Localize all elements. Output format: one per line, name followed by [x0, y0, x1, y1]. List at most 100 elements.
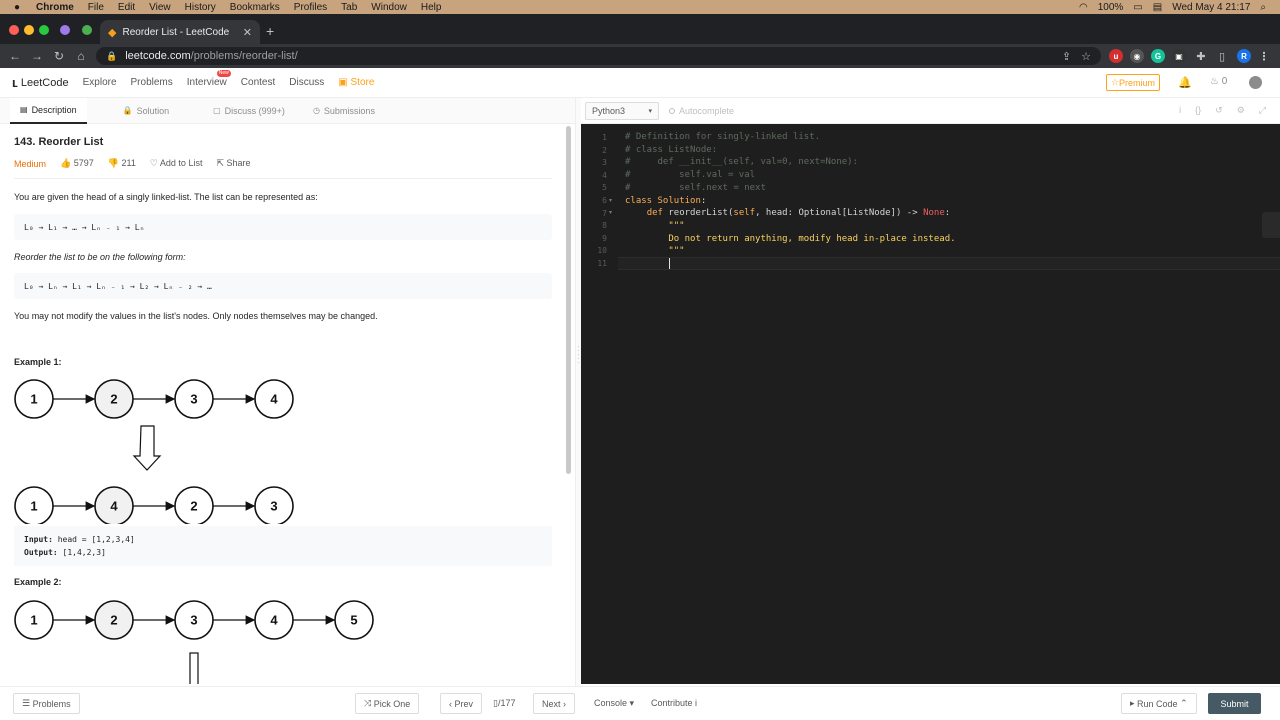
clock[interactable]: Wed May 4 21:17: [1172, 2, 1250, 13]
tab-submissions[interactable]: ◷ Submissions: [303, 98, 385, 124]
tab-discuss[interactable]: ▢ Discuss (999+): [203, 98, 295, 124]
editor-header: Python3 ▾ Autocomplete i {} ↺ ⚙ ⤢: [581, 98, 1280, 124]
leetcode-logo[interactable]: ʟ LeetCode: [12, 75, 69, 90]
problems-button[interactable]: ☰ Problems: [13, 693, 80, 714]
zoom-window-button[interactable]: [39, 25, 49, 35]
active-tab[interactable]: ◆ Reorder List - LeetCode ✕: [100, 20, 260, 44]
tab-solution[interactable]: 🔒 Solution: [113, 98, 180, 124]
autocomplete-toggle[interactable]: Autocomplete: [669, 106, 734, 116]
close-tab-icon[interactable]: ✕: [243, 26, 252, 39]
apple-icon[interactable]: ●: [14, 2, 26, 13]
info-icon: i: [692, 698, 698, 708]
run-code-button[interactable]: ▸ Run Code ⌃: [1121, 693, 1197, 714]
chevron-down-icon: ▾: [627, 698, 635, 708]
language-value: Python3: [592, 105, 626, 116]
share-button[interactable]: ⇱ Share: [216, 158, 250, 169]
menu-help[interactable]: Help: [421, 2, 442, 13]
next-button[interactable]: Next ›: [533, 693, 576, 714]
info-icon[interactable]: i: [1179, 105, 1181, 116]
line-number: 4: [602, 170, 607, 180]
more-menu-icon[interactable]: ⋮: [1257, 49, 1271, 63]
share-label: Share: [226, 158, 251, 168]
fold-icon[interactable]: ▾: [609, 197, 612, 204]
menu-tab[interactable]: Tab: [341, 2, 357, 13]
divider: [14, 178, 552, 179]
extension-ublock-icon[interactable]: u: [1109, 49, 1123, 63]
nav-store[interactable]: ▣ Store: [338, 77, 374, 88]
menu-edit[interactable]: Edit: [118, 2, 135, 13]
minimize-window-button[interactable]: [24, 25, 34, 35]
input-label: Input:: [24, 535, 53, 544]
braces-icon[interactable]: {}: [1195, 105, 1201, 116]
new-badge: New: [216, 70, 231, 77]
battery-percent[interactable]: 100%: [1098, 2, 1124, 13]
language-select[interactable]: Python3 ▾: [585, 101, 659, 120]
menu-view[interactable]: View: [149, 2, 171, 13]
list-icon: ☰: [22, 698, 33, 708]
bell-icon[interactable]: 🔔: [1178, 76, 1192, 89]
line-number: 2: [602, 145, 607, 155]
example-1-diagram: 1 2 3 4 1 4 2 3: [14, 379, 294, 524]
tab-group-dot[interactable]: [60, 25, 70, 35]
extension-icon[interactable]: ◉: [1130, 49, 1144, 63]
nav-contest[interactable]: Contest: [241, 77, 275, 88]
console-toggle[interactable]: Console ▾: [594, 698, 634, 709]
menu-bookmarks[interactable]: Bookmarks: [230, 2, 280, 13]
reload-icon[interactable]: ↻: [48, 49, 70, 63]
close-window-button[interactable]: [9, 25, 19, 35]
nav-discuss[interactable]: Discuss: [289, 77, 324, 88]
share-icon[interactable]: ⇪: [1062, 50, 1071, 63]
bookmark-star-icon[interactable]: ☆: [1081, 50, 1091, 63]
extensions-puzzle-icon[interactable]: ✚: [1194, 49, 1208, 63]
contribute-link[interactable]: Contribute i: [651, 698, 697, 708]
search-icon[interactable]: ⌕: [1260, 2, 1266, 13]
profile-avatar-icon[interactable]: R: [1237, 49, 1251, 63]
menu-app[interactable]: Chrome: [36, 2, 74, 13]
side-panel-handle[interactable]: [1262, 212, 1280, 238]
drag-handle-icon[interactable]: · · · · ·: [577, 343, 580, 367]
nav-interview[interactable]: Interview New: [187, 70, 231, 88]
fold-icon[interactable]: ▾: [609, 209, 612, 216]
pick-one-label: Pick One: [373, 698, 411, 709]
sidebar-icon[interactable]: ▯: [1215, 49, 1229, 63]
back-icon[interactable]: ←: [4, 49, 26, 63]
prev-button[interactable]: ‹ Prev: [440, 693, 483, 714]
problem-page-indicator[interactable]: ▯/177: [493, 698, 515, 709]
streak-counter[interactable]: ♨ 0: [1210, 76, 1227, 87]
new-tab-button[interactable]: +: [266, 24, 274, 38]
extension-icon[interactable]: ▣: [1172, 49, 1186, 63]
menu-file[interactable]: File: [88, 2, 104, 13]
submit-button[interactable]: Submit: [1208, 693, 1261, 714]
address-bar[interactable]: 🔒 leetcode.com /problems/reorder-list/ ⇪…: [96, 47, 1101, 65]
leetcode-navbar: ʟ LeetCode Explore Problems Interview New…: [0, 68, 1280, 98]
autocomplete-label: Autocomplete: [679, 105, 735, 116]
forward-icon[interactable]: →: [26, 49, 48, 63]
menu-window[interactable]: Window: [371, 2, 407, 13]
extension-grammarly-icon[interactable]: G: [1151, 49, 1165, 63]
wifi-icon[interactable]: ◠: [1079, 2, 1088, 13]
thumbs-down-icon: 👎: [107, 158, 122, 168]
like-button[interactable]: 👍 5797: [60, 158, 94, 169]
premium-button[interactable]: ☆ Premium: [1106, 74, 1160, 91]
description-scrollbar[interactable]: [566, 126, 571, 474]
settings-icon[interactable]: ⚙: [1237, 105, 1245, 116]
menu-profiles[interactable]: Profiles: [294, 2, 327, 13]
dislike-button[interactable]: 👎 211: [108, 158, 136, 169]
tab-group-dot[interactable]: [82, 25, 92, 35]
problem-intro: You are given the head of a singly linke…: [14, 192, 318, 202]
flag-icon[interactable]: ▤: [1153, 2, 1162, 13]
avatar[interactable]: [1249, 76, 1262, 89]
nav-problems[interactable]: Problems: [131, 77, 173, 88]
nav-explore[interactable]: Explore: [83, 77, 117, 88]
document-icon: ▤: [20, 105, 28, 114]
chevron-right-icon: ›: [560, 698, 567, 709]
lock-icon[interactable]: 🔒: [106, 51, 117, 62]
reset-icon[interactable]: ↺: [1215, 105, 1223, 116]
menu-history[interactable]: History: [185, 2, 216, 13]
pick-one-button[interactable]: ⤨ Pick One: [355, 693, 420, 714]
home-icon[interactable]: ⌂: [70, 49, 92, 63]
list-node-value: 1: [30, 392, 37, 407]
add-to-list-button[interactable]: ♡ Add to List: [150, 158, 203, 169]
fullscreen-icon[interactable]: ⤢: [1259, 105, 1266, 116]
tab-description[interactable]: ▤ Description: [10, 97, 87, 124]
